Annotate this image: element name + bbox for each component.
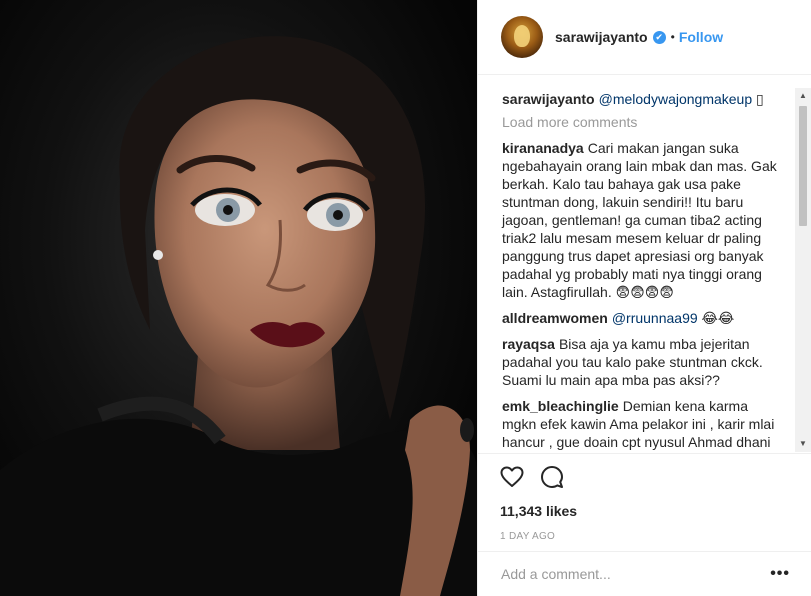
follow-button[interactable]: Follow bbox=[679, 29, 723, 45]
caption-mention[interactable]: @melodywajongmakeup bbox=[599, 91, 753, 107]
header-username[interactable]: sarawijayanto bbox=[555, 29, 648, 45]
caption-username[interactable]: sarawijayanto bbox=[502, 91, 595, 107]
caption-trailing-glyph: ▯ bbox=[756, 91, 764, 107]
post-actions: 11,343 likes 1 DAY AGO bbox=[478, 453, 811, 542]
side-panel: sarawijayanto ✔ • Follow sarawijayanto @m… bbox=[477, 0, 811, 596]
add-comment-bar: ••• bbox=[478, 551, 811, 596]
avatar[interactable] bbox=[501, 16, 543, 58]
scroll-up-arrow-icon[interactable]: ▲ bbox=[795, 88, 811, 104]
add-comment-input[interactable] bbox=[501, 566, 771, 582]
comment-item: kirananadya Cari makan jangan suka ngebah… bbox=[502, 139, 784, 301]
likes-count[interactable]: 11,343 likes bbox=[500, 503, 790, 519]
comment-username[interactable]: rayaqsa bbox=[502, 336, 555, 352]
post-header: sarawijayanto ✔ • Follow bbox=[478, 0, 811, 75]
comment-username[interactable]: kirananadya bbox=[502, 140, 584, 156]
comment-item: alldreamwomen @rruunnaa99 😂😂 bbox=[502, 309, 784, 327]
comment-text: 😂😂 bbox=[701, 310, 735, 326]
comment-mention[interactable]: @rruunnaa99 bbox=[612, 310, 698, 326]
heart-icon[interactable] bbox=[500, 465, 524, 489]
comment-bubble-icon[interactable] bbox=[540, 465, 564, 489]
post-timestamp[interactable]: 1 DAY AGO bbox=[500, 531, 790, 542]
comment-username[interactable]: alldreamwomen bbox=[502, 310, 608, 326]
post-photo[interactable] bbox=[0, 0, 477, 596]
comment-item: rayaqsa Bisa aja ya kamu mba jejeritan pa… bbox=[502, 335, 784, 389]
header-separator: • bbox=[670, 30, 675, 44]
scroll-down-arrow-icon[interactable]: ▼ bbox=[795, 436, 811, 452]
portrait-illustration bbox=[0, 36, 477, 596]
load-more-comments-button[interactable]: Load more comments bbox=[502, 114, 784, 130]
scroll-thumb[interactable] bbox=[799, 106, 807, 226]
comments-list[interactable]: sarawijayanto @melodywajongmakeup ▯ Load … bbox=[478, 76, 811, 453]
comment-username[interactable]: emk_bleachinglie bbox=[502, 398, 619, 414]
comment-item: emk_bleachinglie Demian kena karma mgkn e… bbox=[502, 397, 784, 453]
action-icons bbox=[500, 464, 790, 490]
verified-badge-icon: ✔ bbox=[652, 30, 666, 44]
caption: sarawijayanto @melodywajongmakeup ▯ bbox=[502, 90, 784, 108]
more-options-icon[interactable]: ••• bbox=[770, 565, 790, 583]
instagram-post: sarawijayanto ✔ • Follow sarawijayanto @m… bbox=[0, 0, 811, 596]
comment-text: Cari makan jangan suka ngebahayain orang… bbox=[502, 140, 777, 300]
comments-scrollbar[interactable]: ▲ ▼ bbox=[795, 88, 811, 452]
